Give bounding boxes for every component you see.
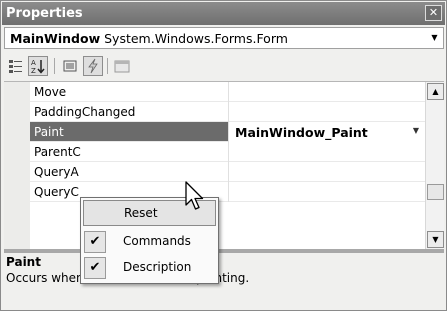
events-icon <box>88 58 98 74</box>
properties-button[interactable] <box>60 56 80 76</box>
object-type: System.Windows.Forms.Form <box>104 31 288 46</box>
menu-item-label: Commands <box>123 234 191 248</box>
svg-text:Z: Z <box>31 67 36 74</box>
chevron-down-icon: ▼ <box>432 235 439 244</box>
menu-item-label: Description <box>123 260 192 274</box>
property-pages-icon <box>114 60 130 73</box>
properties-window: Properties ✕ MainWindow System.Windows.F… <box>0 0 447 311</box>
categorized-icon <box>9 60 22 73</box>
events-button[interactable] <box>83 56 103 76</box>
check-icon: ✔ <box>84 257 106 279</box>
property-name: QueryA <box>34 165 79 179</box>
chevron-down-icon[interactable]: ▼ <box>426 28 443 48</box>
property-value-text: MainWindow_Paint <box>235 125 368 140</box>
scroll-down-button[interactable]: ▼ <box>427 231 444 248</box>
property-grid: Move PaddingChanged Paint MainWindow_Pai… <box>4 81 444 250</box>
close-button[interactable]: ✕ <box>425 5 442 21</box>
title-bar: Properties ✕ <box>2 2 445 25</box>
property-name: Paint <box>34 125 64 139</box>
alphabetical-icon: A Z <box>31 59 45 74</box>
grid-row[interactable]: QueryA <box>30 162 425 182</box>
menu-item-label: Reset <box>124 206 158 220</box>
description-title: Paint <box>6 255 41 269</box>
svg-text:A: A <box>31 59 36 67</box>
property-pages-button[interactable] <box>112 56 132 76</box>
chevron-up-icon: ▲ <box>432 87 439 96</box>
property-value[interactable] <box>228 162 425 182</box>
property-value[interactable] <box>228 142 425 162</box>
mouse-cursor-icon <box>185 181 204 210</box>
property-name: ParentC <box>34 145 81 159</box>
property-value[interactable] <box>228 82 425 102</box>
check-icon: ✔ <box>84 231 106 253</box>
property-value[interactable]: MainWindow_Paint ▼ <box>228 122 425 142</box>
property-name: PaddingChanged <box>34 105 136 119</box>
categorized-button[interactable] <box>6 56 26 76</box>
property-name: Move <box>34 85 67 99</box>
scroll-thumb[interactable] <box>427 184 444 200</box>
alphabetical-button[interactable]: A Z <box>28 56 48 76</box>
grid-row[interactable]: Move <box>30 82 425 102</box>
toolbar-separator <box>107 58 108 74</box>
window-title: Properties <box>6 6 83 21</box>
grid-margin <box>4 82 30 250</box>
close-icon: ✕ <box>428 6 439 19</box>
menu-item-description[interactable]: ✔ Description <box>83 255 216 281</box>
vertical-scrollbar[interactable]: ▲ ▼ <box>425 82 444 250</box>
property-value[interactable] <box>228 102 425 122</box>
chevron-down-icon[interactable]: ▼ <box>409 124 423 138</box>
menu-item-commands[interactable]: ✔ Commands <box>83 229 216 255</box>
toolbar-separator <box>54 58 55 74</box>
property-value[interactable] <box>228 182 425 202</box>
scroll-up-button[interactable]: ▲ <box>427 83 444 100</box>
grid-row[interactable]: PaddingChanged <box>30 102 425 122</box>
object-selector[interactable]: MainWindow System.Windows.Forms.Form ▼ <box>4 27 444 49</box>
property-name: QueryC <box>34 185 79 199</box>
toolbar: A Z <box>4 54 444 78</box>
properties-icon <box>63 60 77 72</box>
grid-row[interactable]: ParentC <box>30 142 425 162</box>
description-text: Occurs when a control needs repainting. <box>6 271 249 285</box>
object-name: MainWindow <box>10 31 101 46</box>
grid-row-selected[interactable]: Paint MainWindow_Paint ▼ <box>30 122 425 142</box>
description-pane: Paint Occurs when a control needs repain… <box>4 253 444 309</box>
